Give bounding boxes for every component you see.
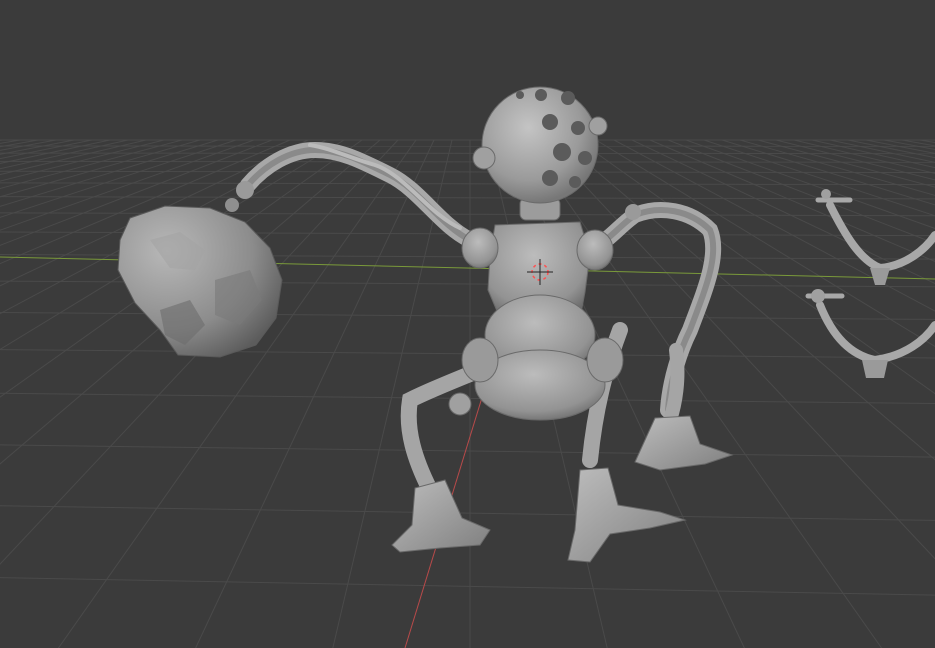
3d-viewport[interactable] (0, 0, 935, 648)
viewport-background (0, 0, 935, 648)
